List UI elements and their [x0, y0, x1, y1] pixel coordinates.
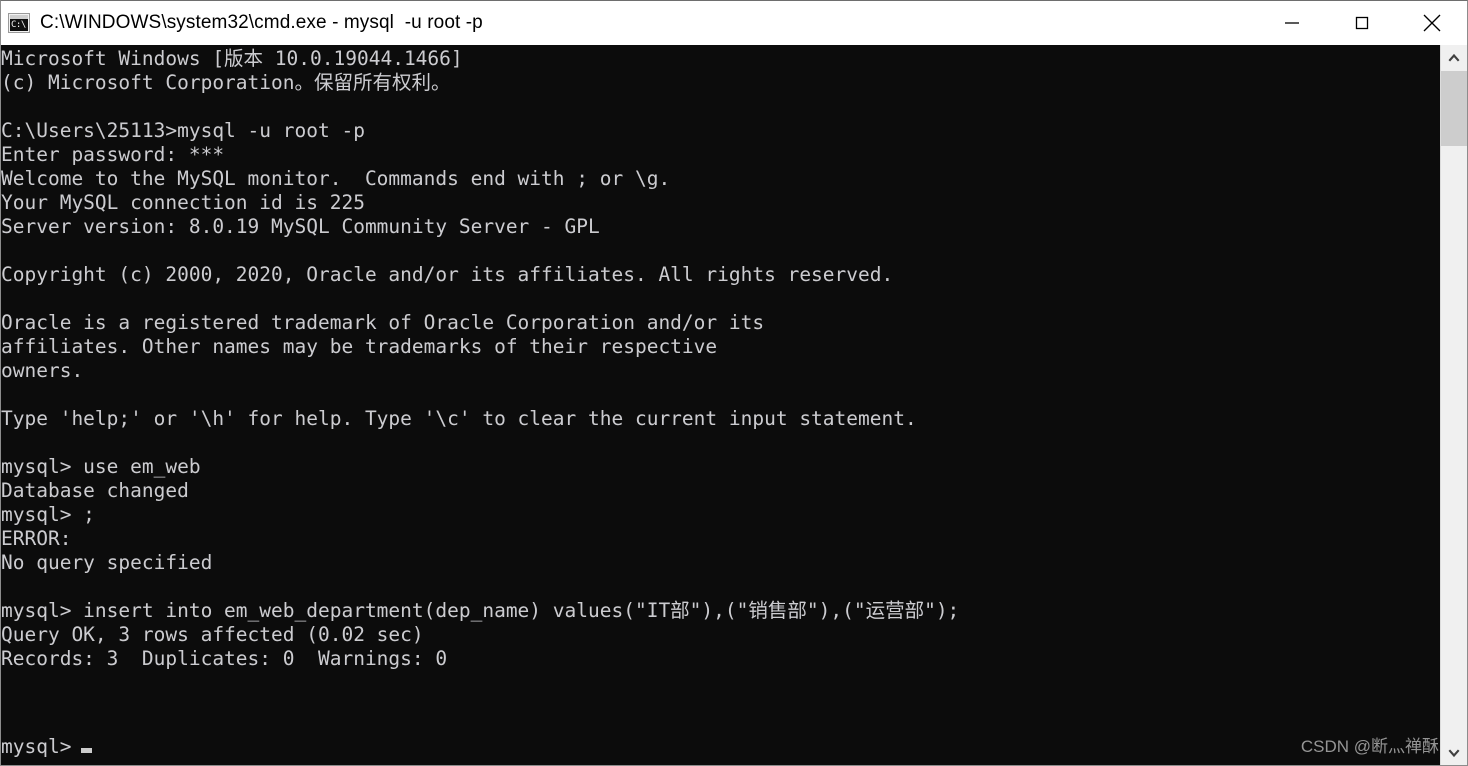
icon-prompt-glyph: C:\: [10, 19, 28, 31]
scroll-up-arrow[interactable]: [1441, 45, 1467, 70]
window-controls: [1257, 1, 1467, 45]
close-icon: [1423, 14, 1441, 32]
terminal-prompt-line: mysql>: [1, 735, 93, 759]
terminal-output: Microsoft Windows [版本 10.0.19044.1466] (…: [1, 47, 960, 670]
vertical-scrollbar[interactable]: [1440, 45, 1467, 765]
window-title: C:\WINDOWS\system32\cmd.exe - mysql -u r…: [40, 12, 483, 33]
prompt-label: mysql>: [1, 735, 72, 758]
maximize-button[interactable]: [1327, 1, 1397, 45]
scroll-down-arrow[interactable]: [1441, 740, 1467, 765]
minimize-icon: [1285, 22, 1299, 24]
csdn-watermark: CSDN @断灬禅酥: [1300, 737, 1439, 756]
cmd-window: C:\ C:\WINDOWS\system32\cmd.exe - mysql …: [0, 0, 1468, 766]
minimize-button[interactable]: [1257, 1, 1327, 45]
text-cursor: [81, 748, 93, 753]
chevron-down-icon: [1448, 749, 1460, 757]
chevron-up-icon: [1448, 53, 1460, 61]
maximize-icon: [1355, 16, 1369, 30]
title-bar[interactable]: C:\ C:\WINDOWS\system32\cmd.exe - mysql …: [1, 1, 1467, 45]
cmd-console-icon: C:\: [8, 13, 30, 33]
terminal-screen[interactable]: Microsoft Windows [版本 10.0.19044.1466] (…: [1, 45, 1467, 765]
close-button[interactable]: [1397, 1, 1467, 45]
scrollbar-thumb[interactable]: [1441, 71, 1467, 146]
